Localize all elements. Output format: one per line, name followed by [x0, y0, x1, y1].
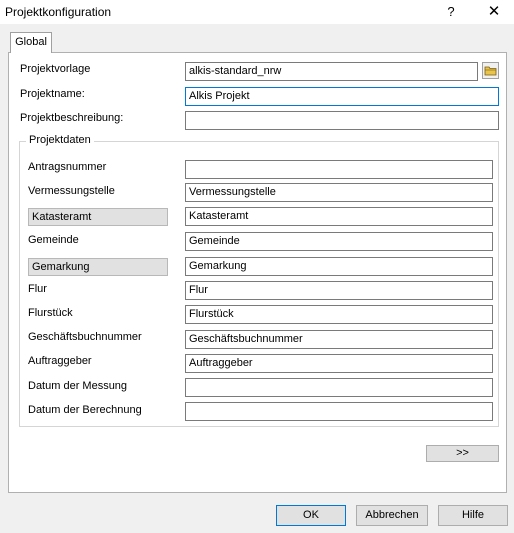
ok-button[interactable]: OK: [276, 505, 346, 526]
antragsnummer-field[interactable]: [185, 160, 493, 179]
flurstueck-label: Flurstück: [28, 307, 73, 319]
projektdaten-group-title: Projektdaten: [26, 134, 94, 146]
datum-berechnung-label: Datum der Berechnung: [28, 404, 142, 416]
projektvorlage-field[interactable]: alkis-standard_nrw: [185, 62, 478, 81]
vermessungstelle-field[interactable]: Vermessungstelle: [185, 183, 493, 202]
gemeinde-label: Gemeinde: [28, 234, 79, 246]
more-button[interactable]: >>: [426, 445, 499, 462]
flur-field[interactable]: Flur: [185, 281, 493, 300]
datum-messung-label: Datum der Messung: [28, 380, 128, 392]
datum-messung-field[interactable]: [185, 378, 493, 397]
gemeinde-field[interactable]: Gemeinde: [185, 232, 493, 251]
help-title-button[interactable]: ?: [441, 3, 461, 21]
projektbeschreibung-field[interactable]: [185, 111, 499, 130]
auftraggeber-label: Auftraggeber: [28, 355, 92, 367]
gemarkung-label-button[interactable]: Gemarkung: [28, 258, 168, 276]
vermessungstelle-label: Vermessungstelle: [28, 185, 115, 197]
projektname-label: Projektname:: [20, 88, 85, 100]
help-button[interactable]: Hilfe: [438, 505, 508, 526]
flur-label: Flur: [28, 283, 47, 295]
close-button[interactable]: ✕: [482, 3, 506, 21]
antragsnummer-label: Antragsnummer: [28, 161, 107, 173]
geschaeftsbuchnummer-field[interactable]: Geschäftsbuchnummer: [185, 330, 493, 349]
auftraggeber-field[interactable]: Auftraggeber: [185, 354, 493, 373]
projektbeschreibung-label: Projektbeschreibung:: [20, 112, 124, 124]
folder-icon[interactable]: [482, 62, 499, 79]
projektvorlage-label: Projektvorlage: [20, 63, 91, 75]
katasteramt-field[interactable]: Katasteramt: [185, 207, 493, 226]
katasteramt-label-button[interactable]: Katasteramt: [28, 208, 168, 226]
flurstueck-field[interactable]: Flurstück: [185, 305, 493, 324]
geschaeftsbuchnummer-label: Geschäftsbuchnummer: [28, 331, 142, 343]
window-title: Projektkonfiguration: [5, 5, 112, 19]
cancel-button[interactable]: Abbrechen: [356, 505, 428, 526]
gemarkung-field[interactable]: Gemarkung: [185, 257, 493, 276]
projektname-field[interactable]: Alkis Projekt: [185, 87, 499, 106]
datum-berechnung-field[interactable]: [185, 402, 493, 421]
title-bar: Projektkonfiguration ? ✕: [0, 0, 514, 24]
tab-global[interactable]: Global: [10, 32, 52, 53]
